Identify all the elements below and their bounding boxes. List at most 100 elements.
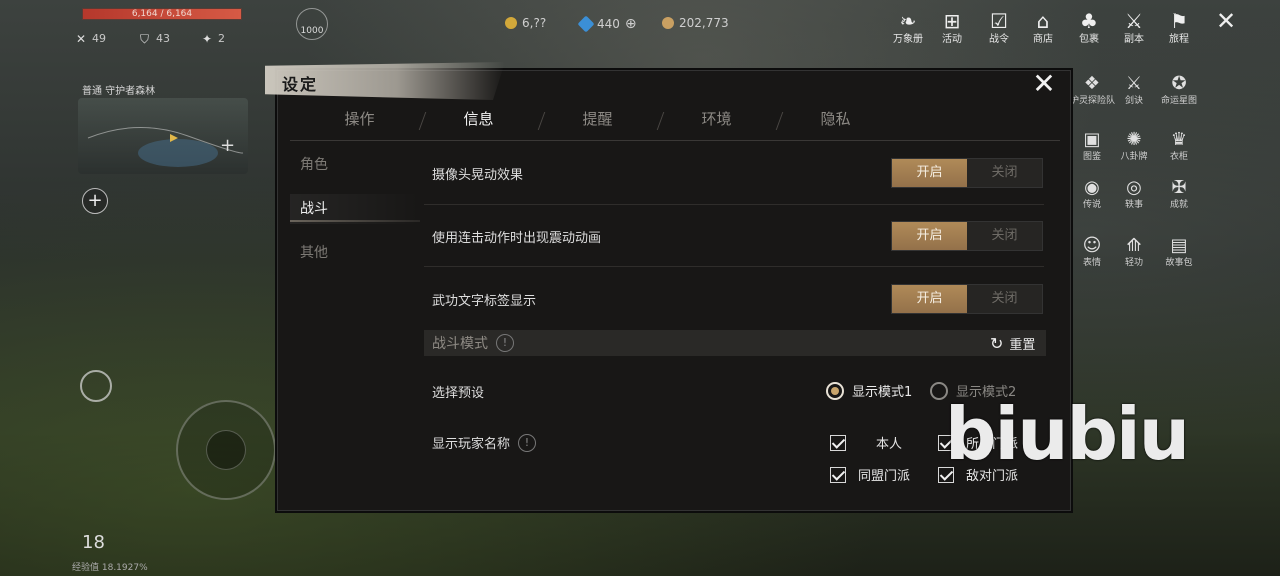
side-menu-fate[interactable]: ✪ 命运星图 xyxy=(1157,72,1201,107)
info-icon[interactable]: ! xyxy=(518,433,537,452)
combo-vibration-label: 使用连击动作时出现震动动画 xyxy=(432,231,602,246)
settings-tabs: 操作 信息 提醒 环境 隐私 xyxy=(300,108,1060,138)
close-swords-icon: ✕ xyxy=(1215,7,1237,35)
legend-icon: ◉ xyxy=(1084,177,1100,198)
info-icon[interactable]: ! xyxy=(496,334,514,352)
toggle-off-button[interactable]: 关闭 xyxy=(967,159,1042,187)
attack-stat: ✕ 49 xyxy=(76,31,106,46)
achievement-icon: ✠ xyxy=(1171,177,1187,198)
map-expand-icon[interactable]: + xyxy=(220,135,235,156)
side-menu-anecdote[interactable]: ◎ 轶事 xyxy=(1112,176,1156,211)
nav-other[interactable]: 其他 xyxy=(290,238,420,268)
crit-stat: ✦ 2 xyxy=(202,31,225,46)
gift-icon: ⊞ xyxy=(943,9,961,33)
sword-icon: ⚔ xyxy=(1125,73,1143,94)
side-menu-wardrobe[interactable]: ♛ 衣柜 xyxy=(1157,128,1201,163)
toggle-on-button[interactable]: 开启 xyxy=(892,222,967,250)
skill-label-display-toggle[interactable]: 开启 关闭 xyxy=(891,284,1043,314)
gold-coin-icon xyxy=(505,17,517,29)
fate-icon: ✪ xyxy=(1171,73,1187,94)
tab-environment[interactable]: 环境 xyxy=(657,108,784,138)
top-menu-journey[interactable]: ⚑ 旅程 xyxy=(1157,8,1201,46)
side-menu-escort[interactable]: ❖ 护灵探险队 xyxy=(1070,72,1115,107)
player-level: 18 xyxy=(82,532,105,553)
toggle-off-button[interactable]: 关闭 xyxy=(967,285,1042,313)
escort-icon: ❖ xyxy=(1083,73,1101,94)
nav-active-indicator xyxy=(290,220,420,222)
combo-vibration-toggle[interactable]: 开启 关闭 xyxy=(891,221,1043,251)
shield-icon: ⛉ xyxy=(140,31,150,46)
tab-reminders[interactable]: 提醒 xyxy=(538,108,665,138)
gem-icon xyxy=(577,15,595,33)
hp-text: 6,164 / 6,164 xyxy=(131,9,193,19)
top-menu-dungeon[interactable]: ⚔ 副本 xyxy=(1112,8,1156,46)
storybook-icon: ▤ xyxy=(1170,235,1188,256)
combat-mode-section xyxy=(424,330,1046,356)
radio-dot xyxy=(826,381,844,400)
lightfoot-icon: ⟰ xyxy=(1126,235,1142,256)
toggle-on-button[interactable]: 开启 xyxy=(892,159,967,187)
dungeon-icon: ⚔ xyxy=(1125,9,1143,33)
radar-icon[interactable] xyxy=(80,370,112,402)
toggle-on-button[interactable]: 开启 xyxy=(892,285,967,313)
side-menu-emote[interactable]: ☺ 表情 xyxy=(1070,234,1114,269)
dialog-title: 设定 xyxy=(282,75,319,94)
exp-text: 经验值 18.1927% xyxy=(72,563,148,573)
tab-controls[interactable]: 操作 xyxy=(300,108,427,138)
skill-label-display-label: 武功文字标签显示 xyxy=(432,294,537,309)
reset-icon: ↻ xyxy=(990,333,1004,353)
zoom-in-button[interactable]: + xyxy=(82,188,108,214)
watermark: biubiu xyxy=(945,392,1190,476)
bagua-icon: ✺ xyxy=(1126,129,1142,150)
check-self[interactable]: 本人 xyxy=(830,433,902,452)
swords-icon: ✕ xyxy=(76,31,87,46)
top-menu-bag[interactable]: ♣ 包裹 xyxy=(1067,8,1111,46)
tab-info[interactable]: 信息 xyxy=(419,108,546,138)
currency-gold: 6,?? xyxy=(505,16,546,30)
currency-gem[interactable]: 440 ⊕ xyxy=(577,15,637,33)
top-menu-codex[interactable]: ❧ 万象册 xyxy=(886,8,930,46)
side-menu-codex[interactable]: ▣ 图鉴 xyxy=(1070,128,1114,163)
shop-icon: ⌂ xyxy=(1036,9,1050,33)
map-region-label: 普通 守护者森林 xyxy=(82,86,156,97)
side-menu-legend[interactable]: ◉ 传说 xyxy=(1070,176,1114,211)
power-badge[interactable]: 1000 xyxy=(296,8,328,40)
add-icon[interactable]: ⊕ xyxy=(625,16,637,32)
row-divider xyxy=(424,266,1044,267)
collapse-menu-button[interactable]: ✕ xyxy=(1204,8,1248,34)
side-menu-bagua[interactable]: ✺ 八卦牌 xyxy=(1112,128,1156,163)
tabs-divider xyxy=(290,140,1060,141)
side-menu-lightfoot[interactable]: ⟰ 轻功 xyxy=(1112,234,1156,269)
star-icon: ✦ xyxy=(202,31,213,46)
silver-icon xyxy=(662,17,674,29)
top-menu-pass[interactable]: ☑ 战令 xyxy=(977,8,1021,46)
row-divider xyxy=(424,204,1044,205)
codex-icon: ▣ xyxy=(1083,129,1101,150)
side-menu-sword[interactable]: ⚔ 剑诀 xyxy=(1112,72,1156,107)
checkbox[interactable] xyxy=(830,466,846,483)
currency-silver: 202,773 xyxy=(662,16,729,30)
camera-shake-label: 摄像头晃动效果 xyxy=(432,168,524,183)
bag-icon: ♣ xyxy=(1080,9,1098,33)
camera-shake-toggle[interactable]: 开启 关闭 xyxy=(891,158,1043,188)
flag-icon: ⚑ xyxy=(1170,9,1188,33)
checkbox[interactable] xyxy=(830,434,846,451)
side-menu-storybook[interactable]: ▤ 故事包 xyxy=(1157,234,1201,269)
anecdote-icon: ◎ xyxy=(1126,177,1142,198)
reset-button[interactable]: ↻ 重置 xyxy=(990,334,1035,353)
close-button[interactable]: ✕ xyxy=(1030,70,1058,98)
joystick-knob[interactable] xyxy=(206,430,246,470)
preset-label: 选择预设 xyxy=(432,386,485,401)
side-menu-achievement[interactable]: ✠ 成就 xyxy=(1157,176,1201,211)
top-menu-events[interactable]: ⊞ 活动 xyxy=(930,8,974,46)
nav-character[interactable]: 角色 xyxy=(290,150,420,180)
top-menu-shop[interactable]: ⌂ 商店 xyxy=(1021,8,1065,46)
close-icon: ✕ xyxy=(1032,67,1056,100)
wardrobe-icon: ♛ xyxy=(1170,129,1188,150)
toggle-off-button[interactable]: 关闭 xyxy=(967,222,1042,250)
check-allied-faction[interactable]: 同盟门派 xyxy=(830,465,910,484)
preset-mode1-radio[interactable]: 显示模式1 xyxy=(826,381,912,400)
combat-mode-header: 战斗模式 ! xyxy=(432,333,514,353)
defense-stat: ⛉ 43 xyxy=(140,31,170,46)
tab-privacy[interactable]: 隐私 xyxy=(776,108,895,138)
